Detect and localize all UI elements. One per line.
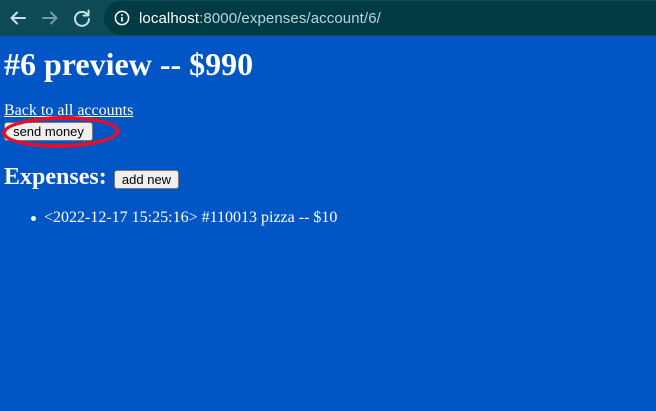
address-bar[interactable]: localhost:8000/expenses/account/6/ (104, 1, 656, 35)
forward-arrow-icon[interactable] (38, 6, 62, 30)
url-path: :8000/expenses/account/6/ (199, 9, 381, 27)
back-arrow-icon[interactable] (6, 6, 30, 30)
page-title: #6 preview -- $990 (4, 46, 254, 82)
expenses-heading: Expenses: (4, 164, 107, 190)
add-new-button[interactable]: add new (114, 170, 179, 189)
back-to-accounts-link[interactable]: Back to all accounts (4, 102, 133, 120)
list-item: <2022-12-17 15:25:16> #110013 pizza -- $… (30, 209, 338, 226)
expenses-list: <2022-12-17 15:25:16> #110013 pizza -- $… (4, 208, 337, 228)
send-money-button[interactable]: send money (4, 122, 93, 141)
info-icon[interactable] (114, 10, 130, 26)
reload-icon[interactable] (70, 6, 94, 30)
url-host: localhost (139, 9, 200, 27)
browser-toolbar: localhost:8000/expenses/account/6/ (0, 0, 656, 36)
url-text[interactable]: localhost:8000/expenses/account/6/ (139, 10, 381, 27)
